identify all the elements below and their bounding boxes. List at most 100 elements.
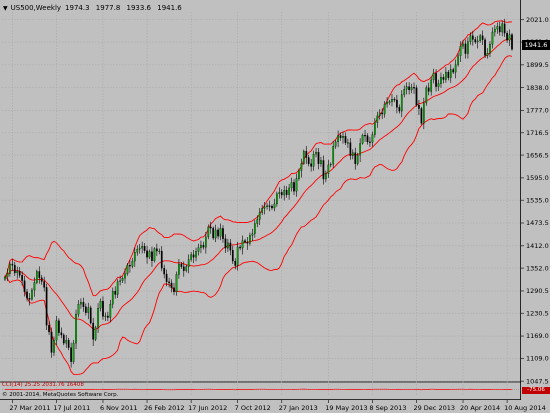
candle <box>151 246 153 267</box>
candle-body <box>11 263 14 266</box>
candle <box>351 149 354 160</box>
candle <box>214 224 217 243</box>
candle <box>158 248 161 255</box>
candle <box>449 64 452 83</box>
candle-body <box>99 300 102 309</box>
price-tick-label: 1230.5 <box>526 309 549 317</box>
candle-body <box>491 31 494 45</box>
candle <box>163 264 166 279</box>
candle <box>75 309 77 349</box>
candle <box>143 242 146 254</box>
candle-body <box>207 226 210 238</box>
candle-body <box>239 246 241 249</box>
candle <box>491 27 494 49</box>
candle-body <box>231 250 234 262</box>
candle-body <box>462 43 464 47</box>
candle <box>383 101 386 118</box>
candle-body <box>241 240 244 249</box>
candle-body <box>256 219 259 224</box>
cci-indicator-panel <box>2 388 520 391</box>
candle <box>89 305 92 325</box>
candle <box>344 132 347 146</box>
candle-body <box>347 142 349 144</box>
candle <box>405 82 408 95</box>
candle <box>72 339 75 365</box>
candle-body <box>356 155 359 164</box>
candle-body <box>383 103 386 115</box>
candle-body <box>327 164 330 174</box>
candle-body <box>4 276 6 280</box>
candle <box>364 130 366 142</box>
candle-body <box>354 152 357 164</box>
candle <box>121 276 124 283</box>
candle <box>102 296 104 320</box>
candle-body <box>290 182 293 189</box>
candle-body <box>501 23 504 33</box>
candle <box>457 53 459 67</box>
candle-body <box>471 35 474 40</box>
candle-body <box>214 229 217 239</box>
candle-body <box>40 277 43 282</box>
candle <box>45 283 48 331</box>
candle-body <box>119 280 121 282</box>
candle-body <box>180 263 183 267</box>
candle <box>454 59 457 79</box>
candle-body <box>310 163 313 167</box>
candle-body <box>413 87 415 89</box>
candle-body <box>87 307 90 313</box>
candle <box>320 156 322 167</box>
candle <box>136 245 139 256</box>
candle <box>442 74 445 84</box>
candle <box>104 312 107 321</box>
price-tick-label: 1535.0 <box>526 196 549 204</box>
candle-body <box>109 303 112 318</box>
candle-body <box>474 39 477 43</box>
candle <box>349 138 352 160</box>
candle <box>84 303 87 316</box>
candle <box>227 238 229 252</box>
candle-body <box>494 28 496 33</box>
low-value: 1933.6 <box>126 4 152 12</box>
candle-body <box>469 35 472 42</box>
candle-body <box>53 339 55 353</box>
candle <box>62 333 65 346</box>
candle-body <box>398 107 401 112</box>
candle-body <box>9 263 11 274</box>
candle-body <box>28 298 31 300</box>
candle <box>464 39 467 59</box>
candle-body <box>58 320 60 333</box>
candle <box>18 266 21 278</box>
price-tick-label: 1412.0 <box>526 242 549 250</box>
time-tick-label: 17 Jul 2011 <box>53 404 90 412</box>
time-tick-label: 10 Aug 2014 <box>504 404 546 412</box>
candle-body <box>178 263 180 275</box>
candle <box>440 72 442 88</box>
price-tick-label: 1716.5 <box>526 129 549 137</box>
price-tick-label: 1047.5 <box>526 377 549 385</box>
time-tick-label: 20 Apr 2014 <box>460 404 500 412</box>
candle-body <box>195 251 197 258</box>
candle <box>418 99 420 116</box>
candle <box>293 179 295 196</box>
candle-body <box>457 55 459 65</box>
candle <box>146 245 148 264</box>
candle-body <box>182 266 185 271</box>
candle <box>393 97 396 103</box>
candle <box>133 247 136 267</box>
candle-body <box>163 267 166 275</box>
candle <box>131 258 134 269</box>
candle <box>378 109 381 120</box>
candle <box>425 85 428 106</box>
candle <box>278 187 281 199</box>
chevron-down-icon[interactable]: ▼ <box>3 5 8 12</box>
chart-window[interactable]: 2021.01961.01899.51838.01777.01716.51656… <box>0 0 550 413</box>
candle-body <box>111 290 114 305</box>
price-chart[interactable]: 2021.01961.01899.51838.01777.01716.51656… <box>0 0 550 413</box>
candle-body <box>82 302 85 307</box>
price-tick-label: 1595.0 <box>526 174 549 182</box>
candle-body <box>104 315 107 317</box>
ohlc-readout: 1974.3 1977.8 1933.6 1941.6 <box>65 4 186 12</box>
candle-body <box>486 53 489 56</box>
candle <box>430 76 433 96</box>
candle <box>129 260 131 273</box>
